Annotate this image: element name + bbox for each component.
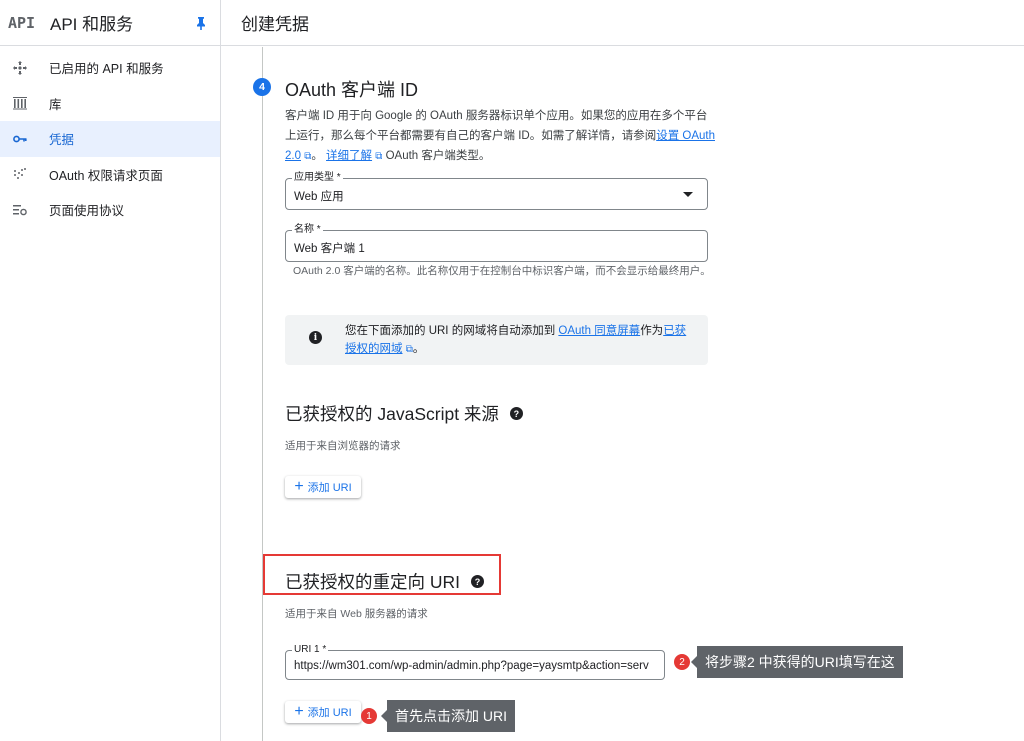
app-type-select[interactable]: 应用类型 * Web 应用 <box>285 172 708 210</box>
desc-text: 客户端 ID 用于向 Google 的 OAuth 服务器标识单个应用。如果您的… <box>285 110 708 142</box>
learn-more-link[interactable]: 详细了解 <box>326 150 372 162</box>
info-text-part: 您在下面添加的 URI 的网域将自动添加到 <box>345 325 559 337</box>
key-icon <box>12 131 28 147</box>
api-logo: API <box>8 13 36 32</box>
sidebar: API API 和服务 已启用的 API 和服务 库 凭据 OAuth 权限请求… <box>0 0 221 741</box>
sidebar-item-enabled-apis[interactable]: 已启用的 API 和服务 <box>0 50 220 86</box>
desc-text: 。 <box>311 150 323 162</box>
sidebar-item-label: OAuth 权限请求页面 <box>49 168 163 183</box>
js-origins-title-text: 已获授权的 JavaScript 来源 <box>285 404 499 424</box>
enabled-apis-icon <box>12 60 28 76</box>
client-name-input[interactable]: 名称 * Web 客户端 1 <box>285 224 708 262</box>
add-uri-label: 添加 URI <box>307 707 352 719</box>
plus-icon: + <box>294 478 304 495</box>
stepper-line <box>262 47 263 741</box>
sidebar-item-oauth-consent[interactable]: OAuth 权限请求页面 <box>0 157 220 193</box>
sidebar-item-library[interactable]: 库 <box>0 86 220 122</box>
redirect-uris-subtitle: 适用于来自 Web 服务器的请求 <box>285 608 428 620</box>
add-uri-label: 添加 URI <box>307 482 352 494</box>
client-name-helper: OAuth 2.0 客户端的名称。此名称仅用于在控制台中标识客户端，而不会显示给… <box>293 265 711 277</box>
page-header: 创建凭据 <box>221 0 1024 46</box>
redirect-uris-title-text: 已获授权的重定向 URI <box>285 572 460 592</box>
sidebar-item-label: 凭据 <box>49 133 75 148</box>
sidebar-item-label: 库 <box>49 97 62 112</box>
sidebar-item-credentials[interactable]: 凭据 <box>0 121 220 157</box>
annotation-number: 1 <box>361 708 377 724</box>
plus-icon: + <box>294 703 304 720</box>
main-content: 4 OAuth 客户端 ID 客户端 ID 用于向 Google 的 OAuth… <box>221 47 1024 741</box>
info-icon: i <box>309 331 322 344</box>
client-name-value: Web 客户端 1 <box>294 243 365 255</box>
redirect-uri-input[interactable]: URI 1 * https://wm301.com/wp-admin/admin… <box>285 644 665 680</box>
sidebar-title: API 和服务 <box>50 15 134 34</box>
info-text-part: 。 <box>412 343 425 355</box>
sidebar-item-label: 已启用的 API 和服务 <box>49 62 164 77</box>
sidebar-item-label: 页面使用协议 <box>49 204 125 219</box>
add-redirect-uri-button[interactable]: + 添加 URI <box>285 701 361 723</box>
help-icon[interactable]: ? <box>509 407 523 420</box>
step-description: 客户端 ID 用于向 Google 的 OAuth 服务器标识单个应用。如果您的… <box>285 106 715 167</box>
app-type-value: Web 应用 <box>294 191 344 203</box>
info-box: i 您在下面添加的 URI 的网域将自动添加到 OAuth 同意屏幕作为已获授权… <box>285 315 708 365</box>
step-number-badge: 4 <box>253 78 271 96</box>
desc-text: OAuth 客户端类型。 <box>382 150 491 162</box>
annotation-callout: 将步骤2 中获得的URI填写在这 <box>691 646 903 678</box>
app-type-label: 应用类型 * <box>292 172 343 184</box>
help-icon[interactable]: ? <box>471 575 484 588</box>
js-origins-subtitle: 适用于来自浏览器的请求 <box>285 440 401 452</box>
redirect-uris-title: 已获授权的重定向 URI ? <box>285 569 484 594</box>
info-text-part: 作为 <box>640 325 664 337</box>
external-link-icon: ⧉ <box>405 344 413 355</box>
uri-value: https://wm301.com/wp-admin/admin.php?pag… <box>294 660 649 672</box>
annotation-callout: 首先点击添加 URI <box>381 700 515 732</box>
info-text: 您在下面添加的 URI 的网域将自动添加到 OAuth 同意屏幕作为已获授权的网… <box>345 322 695 359</box>
add-js-origin-button[interactable]: + 添加 URI <box>285 476 361 498</box>
client-name-label: 名称 * <box>292 224 323 236</box>
step-title: OAuth 客户端 ID <box>285 80 419 100</box>
js-origins-title: 已获授权的 JavaScript 来源 ? <box>285 401 523 426</box>
page-agreement-icon <box>12 202 28 218</box>
pin-icon[interactable] <box>188 10 214 36</box>
oauth-consent-link[interactable]: OAuth 同意屏幕 <box>558 325 640 337</box>
sidebar-item-page-agreement[interactable]: 页面使用协议 <box>0 192 220 228</box>
library-icon <box>12 95 28 111</box>
uri-label: URI 1 * <box>292 644 329 656</box>
consent-screen-icon <box>12 166 28 182</box>
dropdown-arrow-icon <box>683 192 693 197</box>
page-title: 创建凭据 <box>241 15 309 34</box>
sidebar-nav: 已启用的 API 和服务 库 凭据 OAuth 权限请求页面 页面使用协议 <box>0 46 220 228</box>
annotation-number: 2 <box>674 654 690 670</box>
sidebar-header: API API 和服务 <box>0 0 220 46</box>
